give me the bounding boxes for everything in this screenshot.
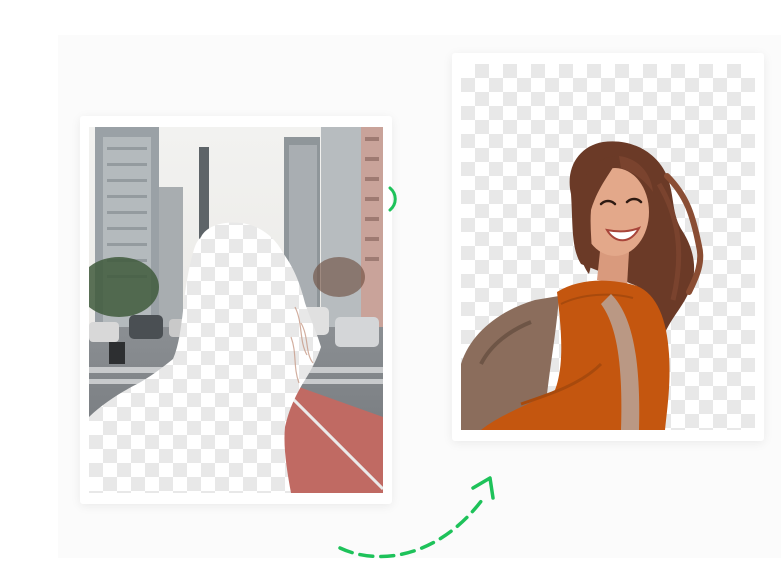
cutout-person-image xyxy=(461,141,704,430)
background-removal-illustration xyxy=(0,0,781,585)
after-image-card xyxy=(452,53,764,441)
street-scene-image xyxy=(89,127,383,493)
before-image-card xyxy=(80,116,392,504)
before-image xyxy=(89,127,383,493)
after-image xyxy=(461,64,755,430)
dashed-arrow-icon xyxy=(338,476,495,559)
accent-curve xyxy=(388,186,397,212)
